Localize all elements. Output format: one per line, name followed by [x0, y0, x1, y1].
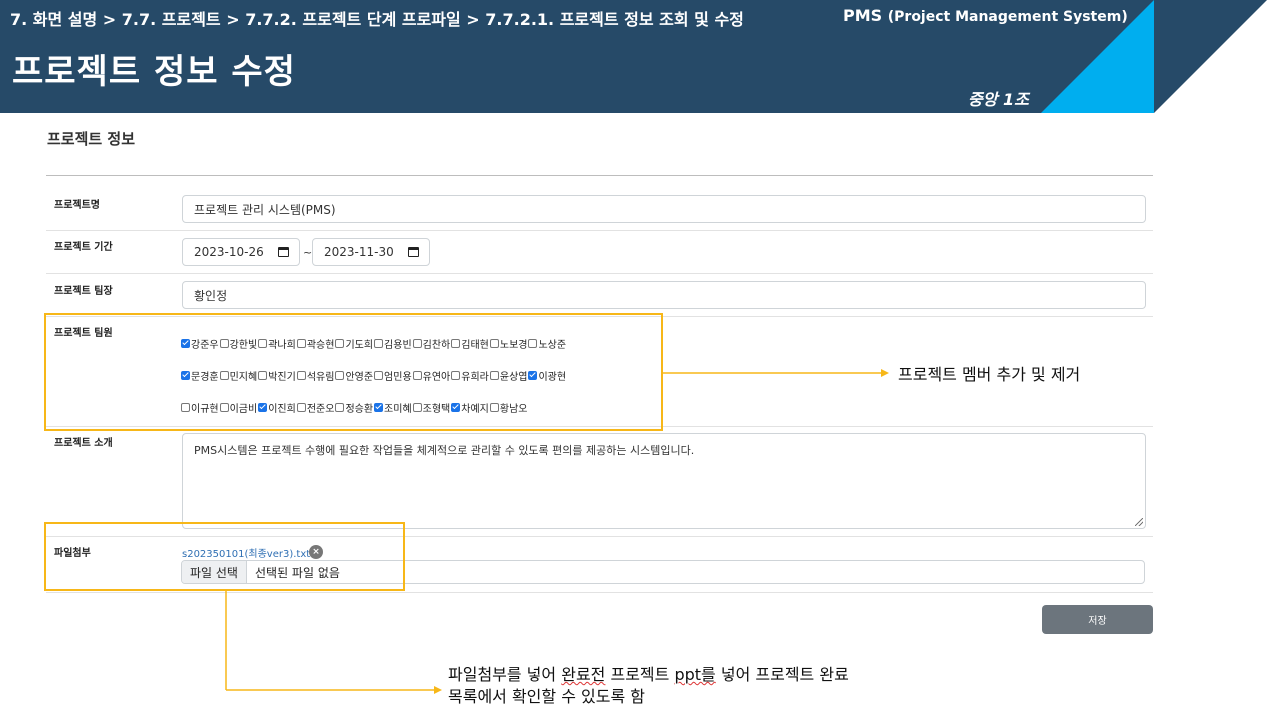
date-separator: ~ — [303, 246, 313, 259]
row-divider — [46, 592, 1153, 593]
attachment-callout-line1: 파일첨부를 넣어 완료전 프로젝트 ppt를 넣어 프로젝트 완료 — [448, 664, 849, 686]
project-intro-textarea[interactable]: PMS시스템은 프로젝트 수행에 필요한 작업들을 체계적으로 관리할 수 있도… — [182, 433, 1146, 529]
breadcrumb: 7. 화면 설명 > 7.7. 프로젝트 > 7.7.2. 프로젝트 단계 프로… — [10, 10, 744, 29]
page-header: 7. 화면 설명 > 7.7. 프로젝트 > 7.7.2. 프로젝트 단계 프로… — [0, 0, 1267, 113]
page-title: 프로젝트 정보 수정 — [12, 52, 296, 92]
callout-text-part: 프로젝트 — [605, 665, 675, 684]
attachment-callout-line2: 목록에서 확인할 수 있도록 함 — [448, 687, 645, 706]
system-name: PMS (Project Management System) — [843, 6, 1128, 25]
section-divider — [46, 175, 1153, 176]
callout-text-part: 파일첨부를 넣어 — [448, 665, 562, 684]
row-divider — [46, 273, 1153, 274]
callout-text-part: ppt를 — [674, 665, 716, 684]
system-name-full: (Project Management System) — [887, 9, 1128, 25]
project-leader-input[interactable]: 황인정 — [182, 281, 1146, 309]
resize-handle-icon[interactable] — [1135, 518, 1143, 526]
project-name-input[interactable]: 프로젝트 관리 시스템(PMS) — [182, 195, 1146, 223]
calendar-icon[interactable] — [408, 247, 419, 257]
members-callout: 프로젝트 멤버 추가 및 제거 — [898, 365, 1081, 384]
calendar-icon[interactable] — [278, 247, 289, 257]
end-date-value: 2023-11-30 — [324, 245, 394, 259]
attachment-callout: 파일첨부를 넣어 완료전 프로젝트 ppt를 넣어 프로젝트 완료 목록에서 확… — [448, 664, 849, 708]
project-intro-label: 프로젝트 소개 — [54, 438, 113, 449]
members-highlight-box — [44, 313, 663, 431]
project-intro-text: PMS시스템은 프로젝트 수행에 필요한 작업들을 체계적으로 관리할 수 있도… — [194, 444, 695, 457]
start-date-value: 2023-10-26 — [194, 245, 264, 259]
row-divider — [46, 230, 1153, 231]
callout-text-part: 넣어 프로젝트 완료 — [715, 665, 849, 684]
system-name-short: PMS — [843, 6, 883, 25]
start-date-input[interactable]: 2023-10-26 — [182, 238, 300, 266]
save-button[interactable]: 저장 — [1042, 605, 1153, 634]
project-name-label: 프로젝트명 — [54, 200, 100, 211]
project-period-label: 프로젝트 기간 — [54, 242, 113, 253]
team-name: 중앙 1조 — [968, 90, 1029, 109]
file-arrow-head — [434, 686, 442, 694]
section-title: 프로젝트 정보 — [47, 130, 136, 148]
members-arrow-head — [881, 369, 889, 377]
end-date-input[interactable]: 2023-11-30 — [312, 238, 430, 266]
project-leader-label: 프로젝트 팀장 — [54, 286, 113, 297]
callout-text-part: 완료전 — [561, 665, 606, 684]
attachment-highlight-box — [44, 522, 405, 591]
